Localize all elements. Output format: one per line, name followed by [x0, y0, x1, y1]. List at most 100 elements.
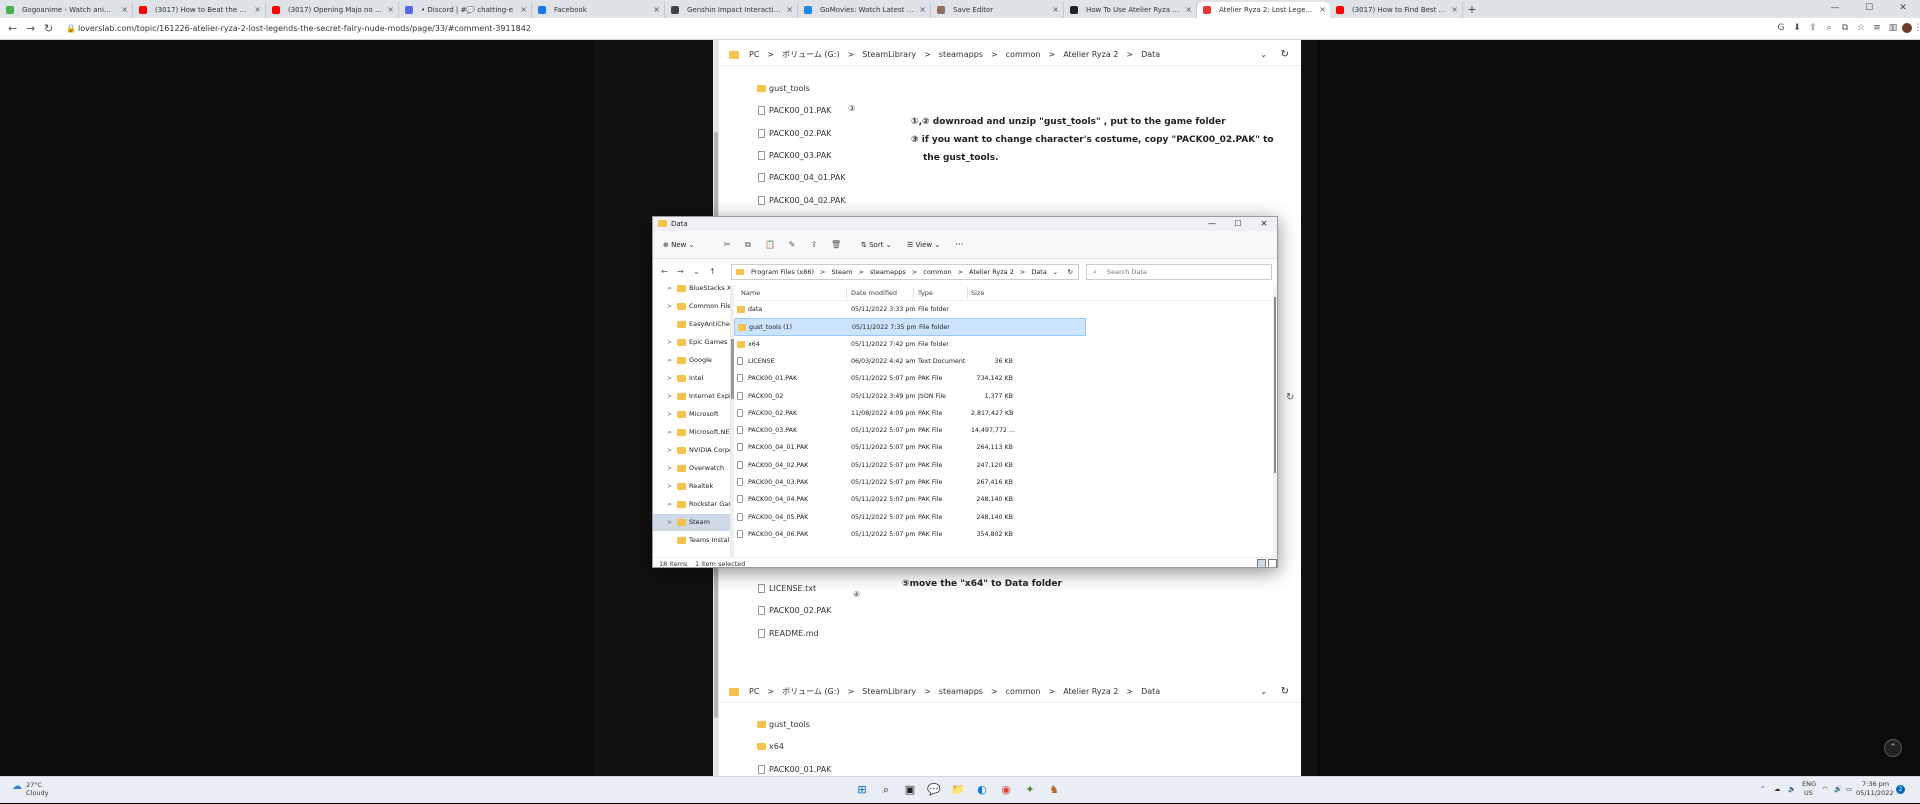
browser-tab[interactable]: Gogoanime - Watch anime online × — [0, 2, 133, 18]
maximize-icon[interactable]: ☐ — [1225, 217, 1251, 231]
file-row[interactable]: PACK00_04_06.PAK 05/11/2022 5:07 pm PAK Fi… — [734, 526, 1086, 543]
nav-tree-item[interactable]: > BlueStacks X — [653, 285, 730, 297]
chat-icon[interactable]: 💬 — [926, 782, 942, 798]
nav-tree-item[interactable]: > Steam — [653, 514, 730, 531]
edge-icon[interactable]: ◐ — [974, 782, 990, 798]
nav-tree-item[interactable]: > Realtek — [653, 478, 730, 495]
chevron-right-icon[interactable]: > — [667, 460, 672, 477]
file-row[interactable]: PACK00_04_05.PAK 05/11/2022 5:07 pm PAK Fi… — [734, 509, 1086, 526]
weather-widget[interactable]: ☁ 27°C Cloudy — [12, 781, 48, 797]
chevron-down-icon[interactable]: ⌄ — [693, 259, 700, 285]
column-divider[interactable] — [846, 287, 847, 299]
file-row[interactable]: LICENSE 06/03/2022 4:42 am Text Document 36… — [734, 353, 1086, 370]
volume-icon[interactable]: 🔊 — [1834, 785, 1842, 793]
wifi-icon[interactable]: ◠ — [1822, 785, 1828, 793]
details-view-icon[interactable] — [1257, 559, 1266, 567]
region-code[interactable]: US — [1804, 789, 1813, 797]
nav-tree-item[interactable]: > Internet Explorer — [653, 388, 730, 405]
cut-icon[interactable]: ✂ — [722, 240, 732, 250]
notification-badge[interactable]: 2 — [1896, 785, 1905, 794]
nav-tree-item[interactable]: > Microsoft — [653, 406, 730, 423]
clock-time[interactable]: 7:36 pm — [1862, 780, 1889, 788]
file-row[interactable]: PACK00_04_04.PAK 05/11/2022 5:07 pm PAK Fi… — [734, 491, 1086, 508]
column-header-size[interactable]: Size — [971, 285, 984, 301]
close-icon[interactable]: × — [786, 2, 793, 18]
search-icon[interactable]: ⌕ — [878, 782, 894, 798]
browser-tab[interactable]: Atelier Ryza 2: Lost Legends & th × — [1197, 2, 1330, 18]
chrome-icon[interactable]: ◉ — [998, 782, 1014, 798]
address-bar[interactable]: 🔒 loverslab.com/topic/161226-atelier-ryz… — [64, 21, 1764, 37]
browser-tab[interactable]: Facebook × — [532, 2, 665, 18]
delete-icon[interactable]: 🗑 — [831, 240, 841, 250]
file-row[interactable]: PACK00_04_02.PAK 05/11/2022 5:07 pm PAK Fi… — [734, 457, 1086, 474]
browser-tab[interactable]: Save Editor × — [931, 2, 1064, 18]
browser-tab[interactable]: (3017) How to Find Best 10 Living × — [1330, 2, 1463, 18]
address-segment[interactable]: common — [923, 268, 951, 276]
nav-tree-item[interactable]: EasyAntiCheat — [653, 316, 730, 333]
nav-tree-item[interactable]: > Overwatch — [653, 460, 730, 477]
google-icon[interactable]: G — [1776, 23, 1786, 33]
address-segment[interactable]: Program Files (x86) — [751, 268, 814, 276]
nav-tree-item[interactable]: > Epic Games — [653, 334, 730, 351]
new-button[interactable]: ⊕ New ⌄ — [663, 231, 694, 259]
file-explorer-icon[interactable]: 📁 — [950, 782, 966, 798]
address-segment[interactable]: > — [958, 268, 963, 276]
sidebar-icon[interactable]: ▥ — [1888, 23, 1898, 33]
chevron-right-icon[interactable]: > — [667, 496, 672, 513]
reading-list-icon[interactable]: ≡ — [1872, 23, 1882, 33]
battery-icon[interactable]: ▭ — [1846, 785, 1852, 793]
chevron-up-icon[interactable]: ⌃ — [1760, 785, 1765, 793]
close-icon[interactable]: × — [1052, 2, 1059, 18]
browser-tab[interactable]: Genshin Impact Interactive World × — [665, 2, 798, 18]
extension-icon[interactable]: ⧉ — [1840, 23, 1850, 33]
reload-icon[interactable]: ↻ — [44, 22, 53, 35]
clock-date[interactable]: 05/11/2022 — [1856, 789, 1893, 797]
forward-icon[interactable]: → — [677, 259, 684, 285]
install-icon[interactable]: ⬇ — [1792, 23, 1802, 33]
speaker-icon[interactable]: 🔈 — [1788, 785, 1796, 793]
close-icon[interactable]: × — [919, 2, 926, 18]
explorer-address-bar[interactable]: Program Files (x86) > Steam > steamapps > comm… — [731, 264, 1079, 280]
close-icon[interactable]: ✕ — [1886, 0, 1920, 16]
chevron-down-icon[interactable]: ⌄ — [1053, 265, 1058, 279]
file-row[interactable]: gust_tools (1) 05/11/2022 7:35 pm File fol… — [734, 318, 1086, 336]
address-segment[interactable]: > — [912, 268, 917, 276]
forward-icon[interactable]: → — [26, 22, 35, 35]
file-row[interactable]: PACK00_02 05/11/2022 3:49 pm JSON File 1,37… — [734, 388, 1086, 405]
profile-avatar[interactable] — [1902, 23, 1912, 33]
column-divider[interactable] — [967, 287, 968, 299]
browser-tab[interactable]: (3017) Opening Majo no Tabitabi × — [266, 2, 399, 18]
column-header-date[interactable]: Date modified — [851, 285, 897, 301]
address-segment[interactable]: steamapps — [870, 268, 906, 276]
search-input[interactable]: ⌕ Search Data — [1086, 264, 1272, 280]
zoom-icon[interactable]: ⌕ — [1824, 23, 1834, 33]
chevron-right-icon[interactable]: > — [667, 352, 672, 369]
browser-tab[interactable]: GoMovies: Watch Latest HD Movies× — [798, 2, 931, 18]
view-button[interactable]: ☰ View ⌄ — [907, 231, 940, 259]
close-icon[interactable]: × — [1451, 2, 1458, 18]
nav-tree-item[interactable]: > Rockstar Games — [653, 496, 730, 513]
chevron-right-icon[interactable]: > — [667, 478, 672, 495]
address-segment[interactable]: Data — [1031, 268, 1047, 276]
column-divider[interactable] — [913, 287, 914, 299]
column-header-name[interactable]: Name — [741, 285, 760, 301]
chevron-right-icon[interactable]: > — [667, 514, 672, 531]
genshin-icon[interactable]: ✦ — [1022, 782, 1038, 798]
start-icon[interactable]: ⊞ — [854, 782, 870, 798]
address-segment[interactable]: Steam — [831, 268, 852, 276]
onedrive-icon[interactable]: ☁ — [1774, 785, 1781, 793]
close-icon[interactable]: × — [254, 2, 261, 18]
menu-icon[interactable]: ⋮ — [1913, 23, 1920, 33]
sort-button[interactable]: ⇅ Sort ⌄ — [861, 231, 892, 259]
explorer-title-bar[interactable]: Data — ☐ ✕ — [653, 217, 1277, 231]
task-view-icon[interactable]: ▣ — [902, 782, 918, 798]
file-row[interactable]: x64 05/11/2022 7:42 pm File folder — [734, 336, 1086, 353]
chevron-right-icon[interactable]: > — [667, 334, 672, 351]
browser-tab[interactable]: (3017) How to Beat the KILLER × — [133, 2, 266, 18]
nav-tree-item[interactable]: Teams Installer — [653, 532, 730, 549]
address-segment[interactable]: > — [858, 268, 863, 276]
close-icon[interactable]: ✕ — [1251, 217, 1277, 231]
up-icon[interactable]: ↑ — [709, 259, 716, 285]
close-icon[interactable]: × — [1319, 2, 1326, 18]
file-row[interactable]: PACK00_04_01.PAK 05/11/2022 5:07 pm PAK Fi… — [734, 439, 1086, 456]
